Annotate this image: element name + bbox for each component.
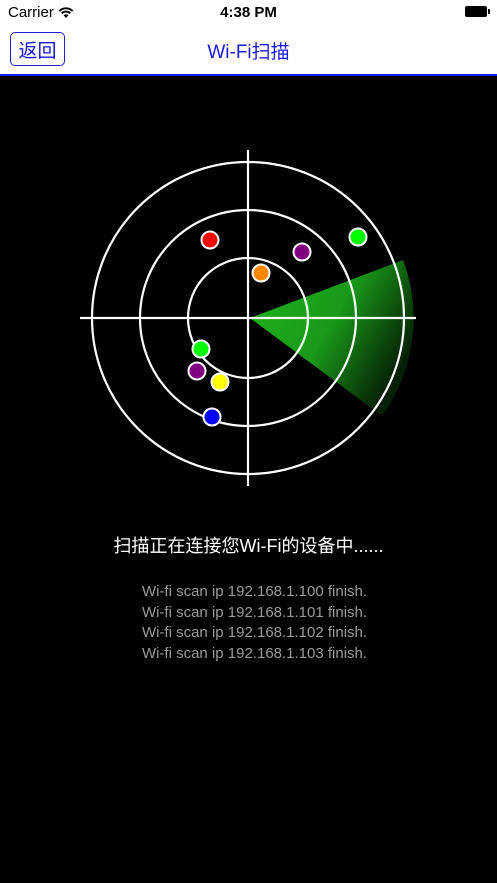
radar-device-dot <box>292 242 312 262</box>
radar-device-dot <box>251 263 271 283</box>
page-title: Wi-Fi扫描 <box>207 42 290 63</box>
radar-sweep <box>250 260 414 416</box>
radar-device-dot <box>191 339 211 359</box>
radar-device-dot <box>348 227 368 247</box>
log-line: Wi-fi scan ip 192.168.1.101 finish. <box>141 603 368 621</box>
radar-device-dot <box>210 372 230 392</box>
battery-icon <box>465 6 490 17</box>
radar-device-dot <box>200 230 220 250</box>
radar-device-dot <box>202 407 222 427</box>
log-line: Wi-fi scan ip 192.168.1.102 finish. <box>141 624 368 641</box>
scan-status-message: 扫描正在连接您Wi-Fi的设备中...... <box>113 536 384 556</box>
status-time: 4:38 PM <box>220 4 277 21</box>
scan-log: Wi-fi scan ip 192.168.1.100 finish. Wi-f… <box>0 582 497 664</box>
status-bar: Carrier 4:38 PM <box>0 0 497 26</box>
navigation-bar: 返回 Wi-Fi扫描 <box>0 26 497 76</box>
log-line: Wi-fi scan ip 192.168.1.103 finish. <box>141 644 368 662</box>
log-line: Wi-fi scan ip 192.168.1.100 finish. <box>141 583 368 600</box>
radar-device-dot <box>187 361 207 381</box>
radar-display <box>80 150 416 486</box>
